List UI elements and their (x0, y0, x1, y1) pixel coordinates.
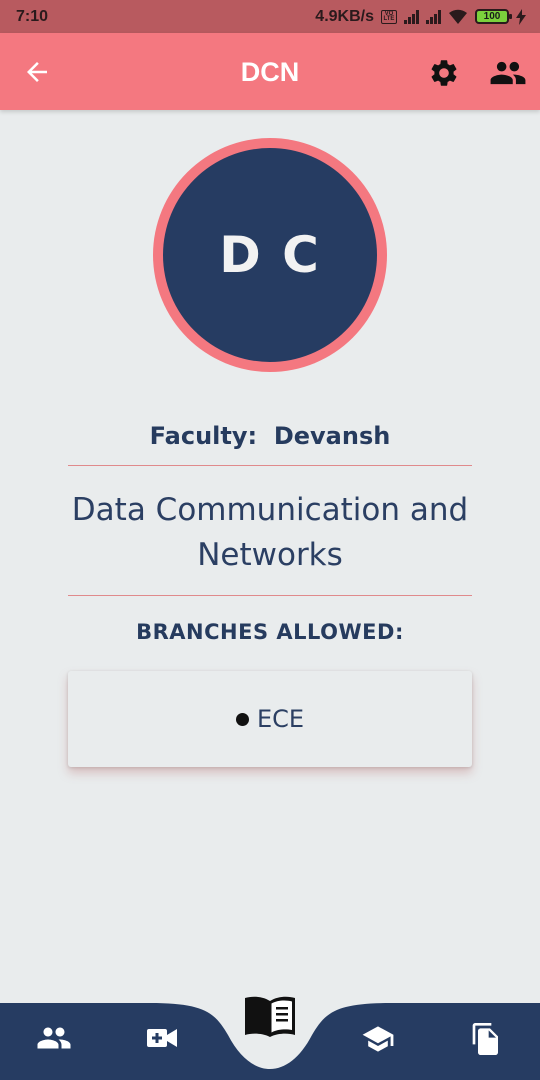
back-arrow-icon[interactable] (22, 57, 52, 87)
status-time: 7:10 (16, 7, 49, 25)
people-icon[interactable] (36, 1025, 72, 1051)
charging-icon (516, 8, 526, 25)
gear-icon[interactable] (428, 57, 460, 89)
video-add-icon[interactable] (147, 1027, 177, 1049)
status-icons: 4.9KB/s VO LTE 100 (315, 8, 526, 26)
bottom-nav (0, 996, 540, 1080)
course-title: Data Communication and Networks (40, 488, 500, 578)
signal-icon (426, 9, 441, 24)
people-icon[interactable] (489, 59, 527, 87)
avatar: D C (153, 138, 387, 372)
branch-label: ECE (256, 705, 305, 733)
branch-card: ECE (68, 671, 472, 767)
avatar-initials: D C (163, 148, 377, 362)
graduation-cap-icon[interactable] (361, 1025, 395, 1053)
divider (68, 465, 472, 466)
battery-level: 100 (483, 11, 501, 22)
volte-icon: VO LTE (381, 9, 397, 24)
faculty-label: Faculty: (149, 422, 258, 450)
app-bar: DCN (0, 33, 540, 110)
bullet-icon (235, 712, 249, 726)
divider (68, 595, 472, 596)
network-speed: 4.9KB/s (315, 7, 374, 25)
branches-heading: BRANCHES ALLOWED: (136, 620, 404, 644)
wifi-icon (449, 9, 467, 24)
list-item: ECE (235, 705, 305, 733)
battery-icon: 100 (475, 9, 512, 24)
course-title-line1: Data Communication and (71, 492, 469, 528)
faculty-line: Faculty: Devansh (0, 422, 540, 450)
status-bar: 7:10 4.9KB/s VO LTE 100 (0, 0, 540, 33)
course-title-line2: Networks (197, 537, 343, 573)
documents-icon[interactable] (470, 1021, 502, 1057)
signal-icon (404, 9, 419, 24)
faculty-name: Devansh (273, 422, 391, 450)
book-icon[interactable] (244, 995, 296, 1037)
